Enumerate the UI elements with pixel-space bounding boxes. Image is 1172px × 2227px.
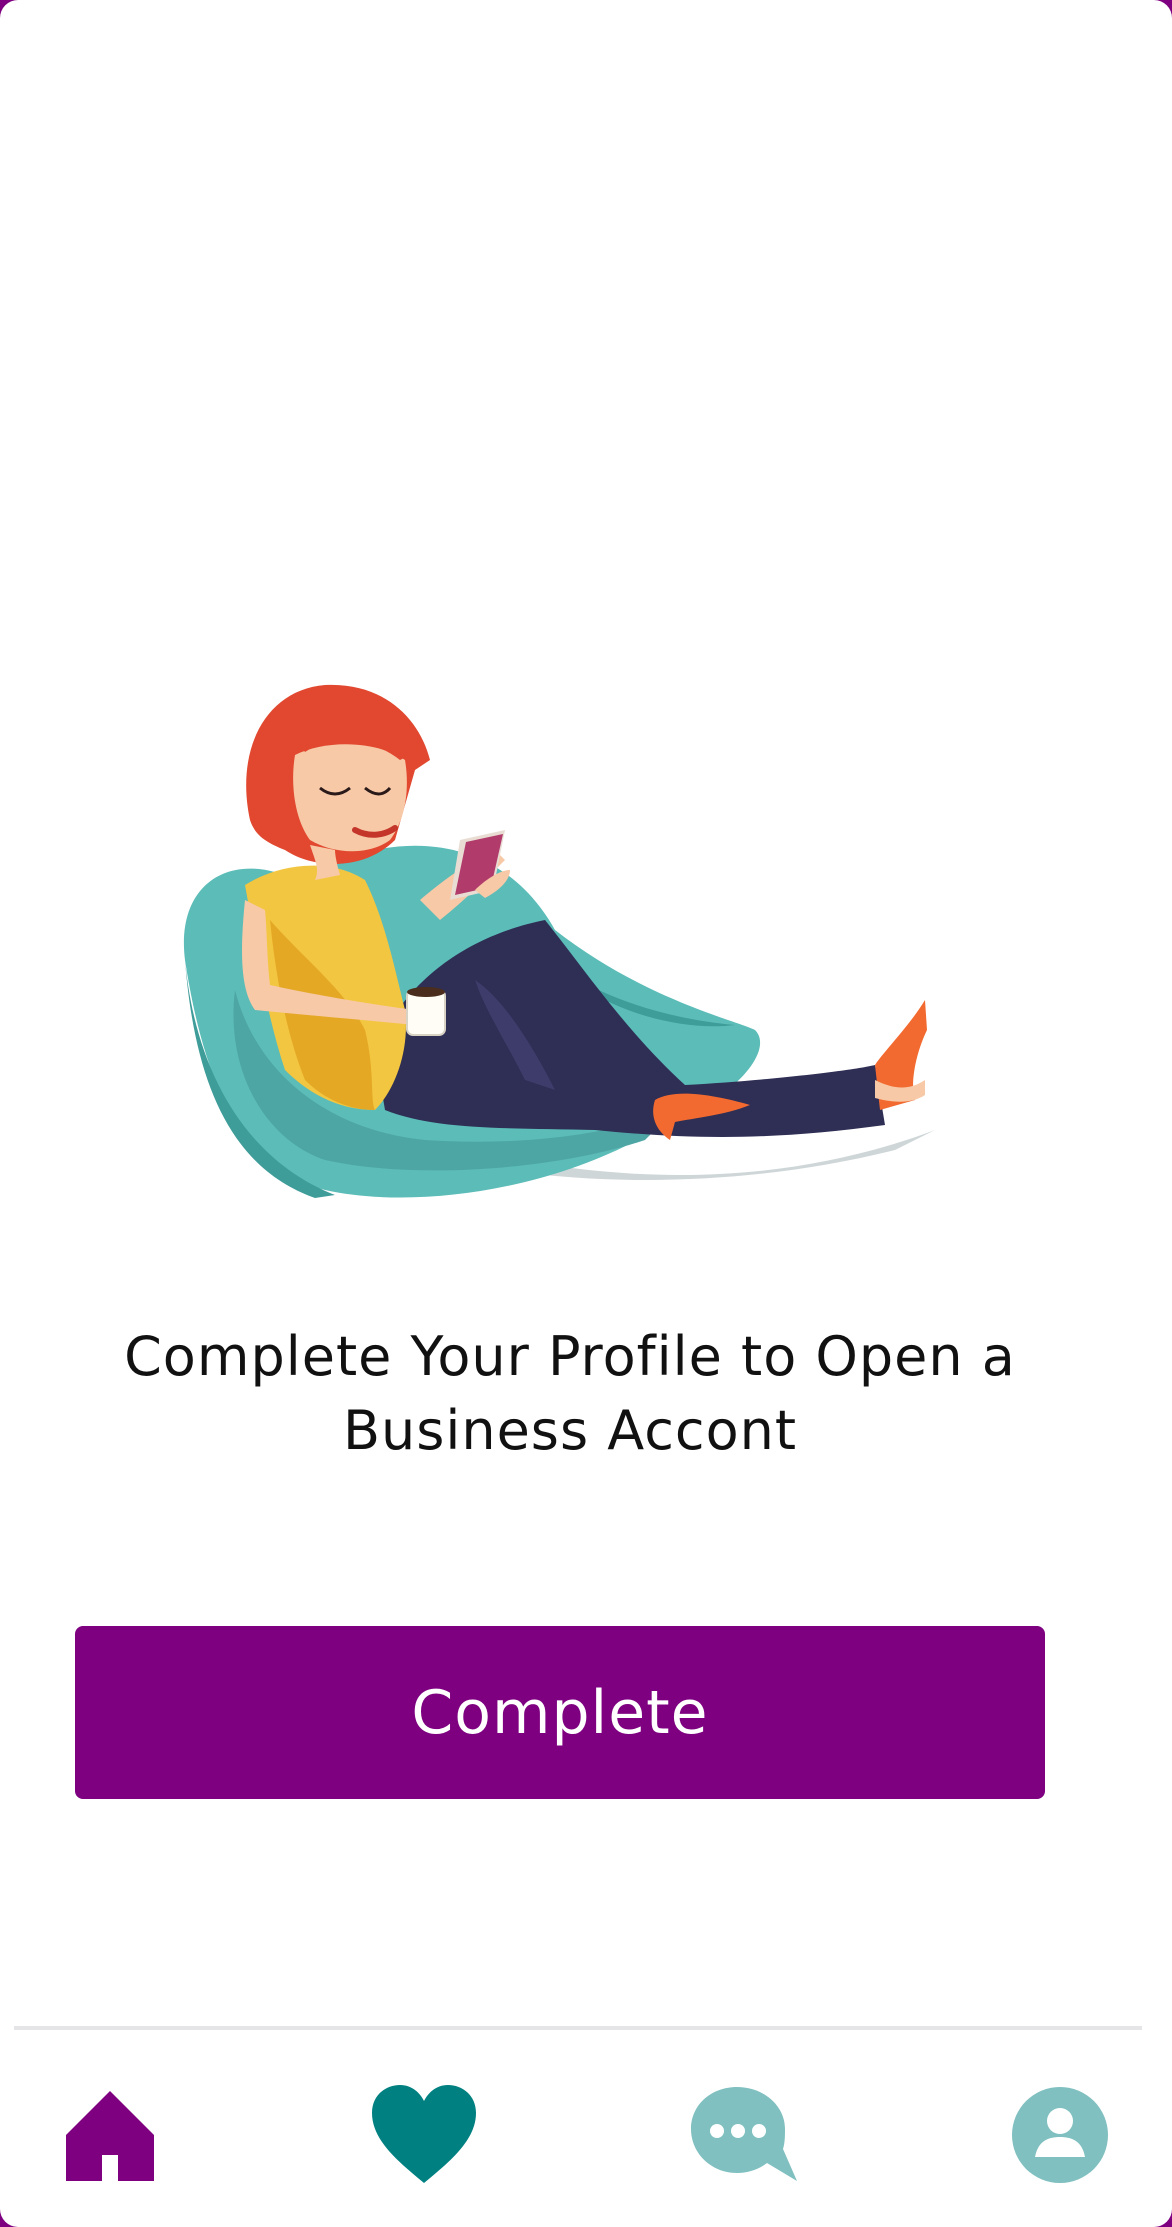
page-title: Complete Your Profile to Open a Business… <box>124 1325 1016 1462</box>
tab-messages[interactable] <box>682 2075 802 2195</box>
tab-profile[interactable] <box>1000 2075 1120 2195</box>
profile-icon <box>1012 2087 1108 2183</box>
tab-home[interactable] <box>50 2075 170 2195</box>
complete-button[interactable]: Complete <box>75 1626 1045 1799</box>
tabbar-divider <box>14 2026 1142 2030</box>
tab-favorites[interactable] <box>364 2075 484 2195</box>
chat-bubble-icon <box>691 2087 797 2181</box>
complete-button-label: Complete <box>411 1677 709 1748</box>
woman-on-beanbag-illustration <box>183 684 935 1198</box>
screen: Complete Your Profile to Open a Business… <box>0 0 1172 2227</box>
home-icon <box>66 2091 154 2181</box>
heart-icon <box>372 2085 476 2183</box>
